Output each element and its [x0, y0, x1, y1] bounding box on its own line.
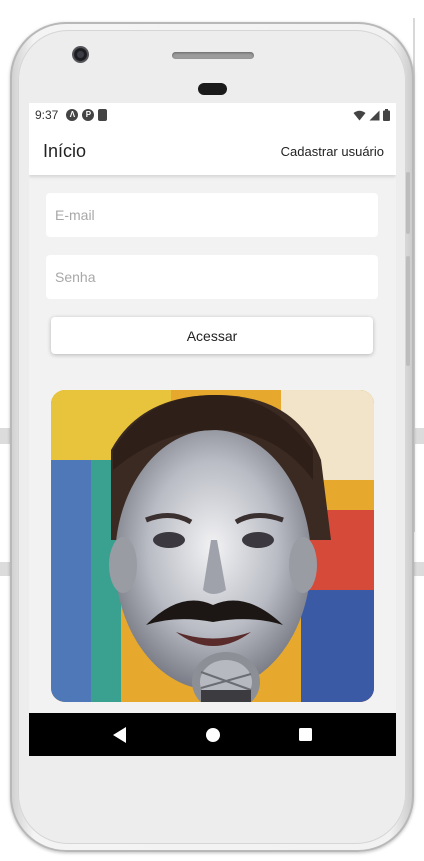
login-form: Acessar [29, 175, 396, 354]
wifi-icon [353, 110, 366, 120]
signal-icon [369, 110, 380, 120]
app-bar: Início Cadastrar usuário [29, 127, 396, 175]
page-title: Início [43, 140, 87, 161]
battery-icon [383, 109, 390, 121]
device-screen: 9:37 Λ P Início Cadastrar usuário E-mail… [29, 103, 396, 756]
email-field[interactable] [55, 207, 369, 223]
recents-icon[interactable] [296, 725, 316, 745]
password-field-container [46, 255, 378, 299]
sd-card-icon [98, 109, 108, 121]
volume-button[interactable] [406, 172, 410, 234]
power-button[interactable] [406, 256, 410, 366]
email-field-container [46, 193, 378, 237]
person-photo [51, 390, 374, 702]
system-icons [353, 109, 390, 121]
status-time: 9:37 [35, 108, 59, 122]
p-icon: P [82, 109, 95, 121]
navigation-bar [29, 713, 396, 756]
earpiece-speaker [172, 52, 254, 59]
proximity-sensor [198, 83, 227, 95]
status-bar: 9:37 Λ P [29, 103, 396, 127]
person-photo-illustration [51, 390, 374, 702]
password-field[interactable] [55, 269, 369, 285]
register-user-button[interactable]: Cadastrar usuário [281, 144, 384, 159]
background-panel [413, 18, 424, 532]
login-button[interactable]: Acessar [51, 317, 373, 354]
home-icon[interactable] [203, 725, 223, 745]
front-camera [72, 46, 89, 63]
a-icon: Λ [66, 109, 79, 121]
back-icon[interactable] [110, 725, 130, 745]
notification-icons: Λ P [66, 109, 108, 121]
